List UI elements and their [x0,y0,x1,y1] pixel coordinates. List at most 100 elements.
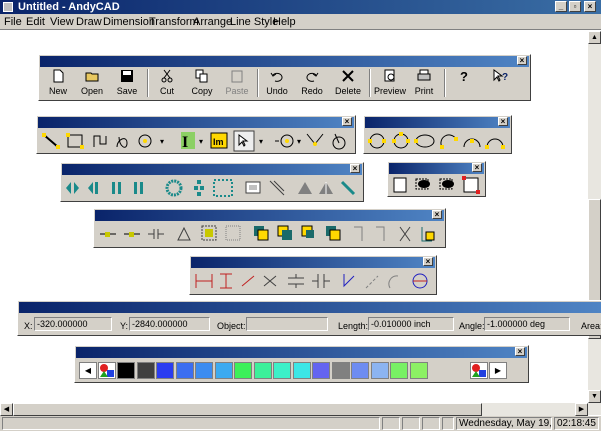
menu-draw[interactable]: Draw [76,16,102,28]
toolbar-caption[interactable]: × [40,56,529,67]
palette-next-button[interactable]: ▶ [489,362,507,379]
redo-button[interactable]: Redo [297,69,327,96]
status-panel [442,417,454,430]
menu-view[interactable]: View [50,16,74,28]
palette-shapes-icon[interactable] [98,362,116,379]
status-date: Wednesday, May 19, 04 [456,417,552,430]
fillet-icon [177,226,191,241]
color-swatch[interactable] [175,362,194,379]
y-label: Y: [120,321,129,331]
palette-prev-button[interactable]: ◀ [79,362,97,379]
arc-tool-icon [332,133,346,150]
color-swatch[interactable] [370,362,389,379]
color-swatch[interactable] [214,362,233,379]
new-button[interactable]: New [43,69,73,96]
horizontal-scrollbar[interactable]: ◀ ▶ [0,403,588,416]
draw-tools-icons[interactable]: ▾ I ▾ Im ▾ ▾ [41,130,351,152]
color-swatch[interactable] [234,362,252,379]
toolbar-close-button[interactable]: × [342,117,352,126]
scroll-down-button[interactable]: ▼ [588,390,601,403]
menu-line-style[interactable]: Line Style [230,16,278,28]
ellipse-icon [414,134,435,148]
object-field[interactable] [246,317,328,331]
align-tools-icons[interactable] [64,177,362,199]
dimension-tools-icons[interactable] [194,270,434,292]
scroll-left-button[interactable]: ◀ [0,403,13,416]
toolbar-close-button[interactable]: × [517,56,527,65]
delete-button[interactable]: Delete [332,69,364,96]
mirror-h-icon [319,182,333,194]
undo-button[interactable]: Undo [262,69,292,96]
standard-toolbar: × New Open Save Cut Copy Paste Undo Redo… [38,54,531,101]
menu-arrange[interactable]: Arrange [193,16,232,28]
horizontal-scroll-thumb[interactable] [13,403,482,416]
color-swatch[interactable] [409,362,428,379]
vertical-scrollbar[interactable]: ▲ ▼ [588,31,601,415]
palette-shapes-icon-right[interactable] [470,362,488,379]
color-swatch[interactable] [312,362,330,379]
print-button[interactable]: Print [409,69,439,96]
svg-text:▾: ▾ [160,137,164,146]
toolbar-close-button[interactable]: × [432,210,442,219]
color-swatch[interactable] [253,362,272,379]
fit-page-icon [462,176,480,194]
modify-tools-icons[interactable] [98,223,443,245]
scissors-icon [161,69,173,83]
backward-icon [326,226,341,241]
menu-dimension[interactable]: Dimension [103,16,155,28]
color-swatch[interactable] [195,362,213,379]
toolbar-close-button[interactable]: × [423,257,433,266]
snap-tools-icons[interactable] [392,175,484,195]
color-swatch[interactable] [390,362,408,379]
help-button[interactable]: ? [449,69,479,85]
y-coordinate-field[interactable]: -2840.000000 [129,317,210,331]
preview-button[interactable]: Preview [373,69,407,96]
align-right-icon [112,182,121,194]
color-swatch[interactable] [351,362,369,379]
toolbar-caption[interactable]: × [365,117,510,128]
toolbar-caption[interactable]: × [62,164,362,175]
break-icon [148,229,164,239]
menu-help[interactable]: Help [273,16,296,28]
toolbar-caption[interactable]: × [95,210,444,221]
minimize-button[interactable]: _ [555,1,567,12]
color-swatch[interactable] [117,362,135,379]
context-help-button[interactable]: ? [486,69,516,85]
group-icon [201,225,217,241]
toolbar-caption[interactable]: × [76,347,527,358]
circle-3point-icon [392,132,410,149]
toolbar-caption[interactable] [19,302,601,313]
angle-field[interactable]: -1.000000 deg [484,317,570,331]
save-disk-icon [121,70,133,82]
menu-transform[interactable]: Transform [149,16,199,28]
toolbar-close-button[interactable]: × [350,164,360,173]
length-field[interactable]: -0.010000 inch [368,317,454,331]
color-swatch[interactable] [136,362,155,379]
cut-button[interactable]: Cut [152,69,182,96]
menu-edit[interactable]: Edit [26,16,45,28]
toolbar-caption[interactable]: × [38,117,354,128]
copy-button[interactable]: Copy [187,69,217,96]
blank-page-icon [393,177,407,193]
color-swatch[interactable] [292,362,311,379]
arc-tools-icons[interactable] [367,130,511,152]
color-swatch[interactable] [273,362,291,379]
color-swatch[interactable] [331,362,350,379]
center-mark-icon [412,273,428,289]
toolbar-caption[interactable]: × [191,257,435,268]
toolbar-caption[interactable]: × [389,163,484,174]
toolbar-close-button[interactable]: × [515,347,525,356]
scroll-right-button[interactable]: ▶ [575,403,588,416]
toolbar-close-button[interactable]: × [498,117,508,126]
forward-icon [301,225,314,238]
save-button[interactable]: Save [112,69,142,96]
paste-button[interactable]: Paste [222,69,252,96]
color-swatch[interactable] [156,362,174,379]
maximize-button[interactable]: ▫ [569,1,581,12]
scroll-up-button[interactable]: ▲ [588,31,601,44]
open-button[interactable]: Open [77,69,107,96]
menu-file[interactable]: File [4,16,22,28]
toolbar-close-button[interactable]: × [472,163,482,172]
x-coordinate-field[interactable]: -320.000000 [34,317,112,331]
close-button[interactable]: × [584,1,596,12]
